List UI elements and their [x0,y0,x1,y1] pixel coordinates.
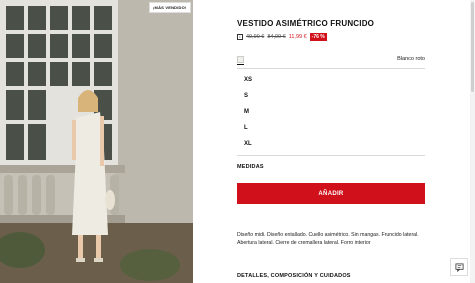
price-original: 49,99 € [246,34,265,40]
size-option-xl[interactable]: XL [237,137,425,153]
discount-badge: -76 % [309,33,327,41]
add-to-cart-button[interactable]: AÑADIR [237,183,425,204]
size-list: XS S M L XL [237,73,425,153]
size-option-xs[interactable]: XS [237,73,425,89]
details-composition-link[interactable]: DETALLES, COMPOSICIÓN Y CUIDADOS [237,273,351,279]
product-photo-illustration [0,0,193,283]
price-sale: 11,99 € [288,34,307,40]
info-icon[interactable]: i [237,34,243,40]
measures-link[interactable]: MEDIDAS [237,164,264,170]
bestseller-badge: ¡MÁS VENDIDO! [149,2,191,13]
scrollbar[interactable] [470,0,475,283]
scrollbar-thumb[interactable] [471,2,474,92]
size-option-l[interactable]: L [237,121,425,137]
color-swatch[interactable] [237,56,244,63]
size-option-s[interactable]: S [237,89,425,105]
color-name: Blanco roto [397,56,425,62]
divider [237,155,425,156]
price-previous: 84,99 € [267,34,286,40]
product-panel: VESTIDO ASIMÉTRICO FRUNCIDO i 49,99 € 84… [237,0,425,283]
chat-button[interactable] [450,258,468,276]
selected-swatch-indicator [237,64,244,65]
color-selector: Blanco roto [237,54,425,65]
product-title: VESTIDO ASIMÉTRICO FRUNCIDO [237,19,375,28]
price-row: i 49,99 € 84,99 € 11,99 € -76 % [237,33,327,41]
size-option-m[interactable]: M [237,105,425,121]
product-description: Diseño midi. Diseño entallado. Cuello as… [237,232,419,246]
divider [237,68,425,69]
product-photo[interactable]: ¡MÁS VENDIDO! [0,0,193,283]
chat-icon [454,262,464,272]
